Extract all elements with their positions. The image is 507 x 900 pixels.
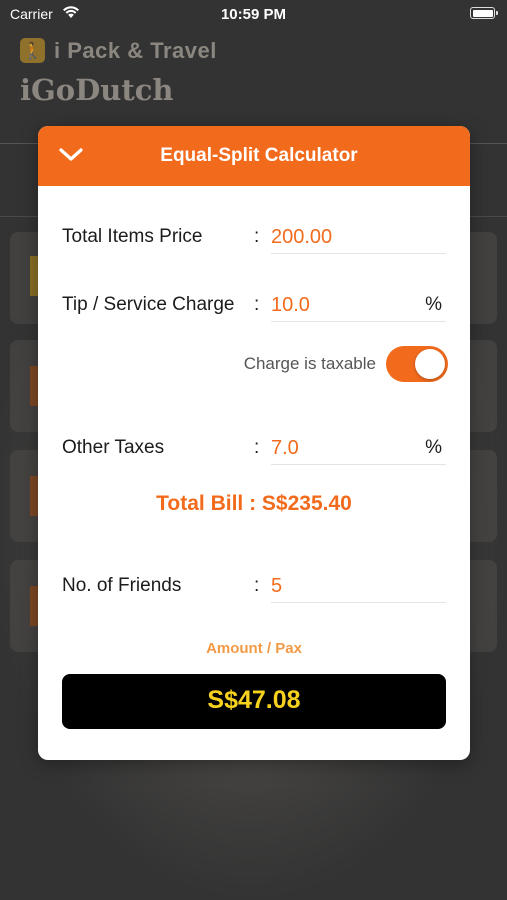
other-taxes-value: 7.0 <box>271 437 299 459</box>
colon: : <box>254 437 260 458</box>
other-taxes-label: Other Taxes <box>62 437 165 458</box>
percent-unit: % <box>425 437 442 458</box>
walking-person-icon: 🚶 <box>20 38 45 63</box>
charge-taxable-label: Charge is taxable <box>243 354 376 373</box>
tip-service-charge-row: Tip / Service Charge : 10.0 % <box>62 286 446 326</box>
modal-title: Equal-Split Calculator <box>160 145 358 166</box>
tip-service-charge-field[interactable]: 10.0 % <box>271 286 446 322</box>
charge-taxable-row: Charge is taxable <box>62 346 448 382</box>
tip-service-charge-value: 10.0 <box>271 294 310 316</box>
colon: : <box>254 575 260 596</box>
app-title: iGoDutch <box>20 73 174 107</box>
amount-per-pax-value: S$47.08 <box>207 686 301 714</box>
toggle-knob <box>415 349 445 379</box>
charge-taxable-toggle[interactable] <box>386 346 448 382</box>
total-items-price-label: Total Items Price <box>62 226 203 247</box>
other-taxes-field[interactable]: 7.0 % <box>271 429 446 465</box>
no-of-friends-label: No. of Friends <box>62 575 182 596</box>
percent-unit: % <box>425 294 442 315</box>
total-bill: Total Bill : S$235.40 <box>156 492 352 515</box>
no-of-friends-field[interactable]: 5 <box>271 567 446 603</box>
other-taxes-row: Other Taxes : 7.0 % <box>62 429 446 469</box>
total-items-price-field[interactable]: 200.00 <box>271 218 446 254</box>
amount-per-pax-box: S$47.08 <box>62 674 446 729</box>
brand-name: i Pack & Travel <box>54 38 217 63</box>
amount-per-pax-label: Amount / Pax <box>206 640 302 657</box>
tip-service-charge-label: Tip / Service Charge <box>62 294 235 315</box>
equal-split-calculator-modal: Equal-Split Calculator Total Items Price… <box>38 126 470 760</box>
battery-icon <box>470 7 498 19</box>
total-items-price-row: Total Items Price : 200.00 <box>62 218 446 258</box>
no-of-friends-value: 5 <box>271 575 283 597</box>
status-bar: Carrier 10:59 PM <box>0 0 507 30</box>
modal-header: Equal-Split Calculator <box>38 126 470 186</box>
colon: : <box>254 226 260 247</box>
no-of-friends-row: No. of Friends : 5 <box>62 567 446 607</box>
clock: 10:59 PM <box>220 6 287 23</box>
colon: : <box>254 294 260 315</box>
total-items-price-value: 200.00 <box>271 226 333 248</box>
